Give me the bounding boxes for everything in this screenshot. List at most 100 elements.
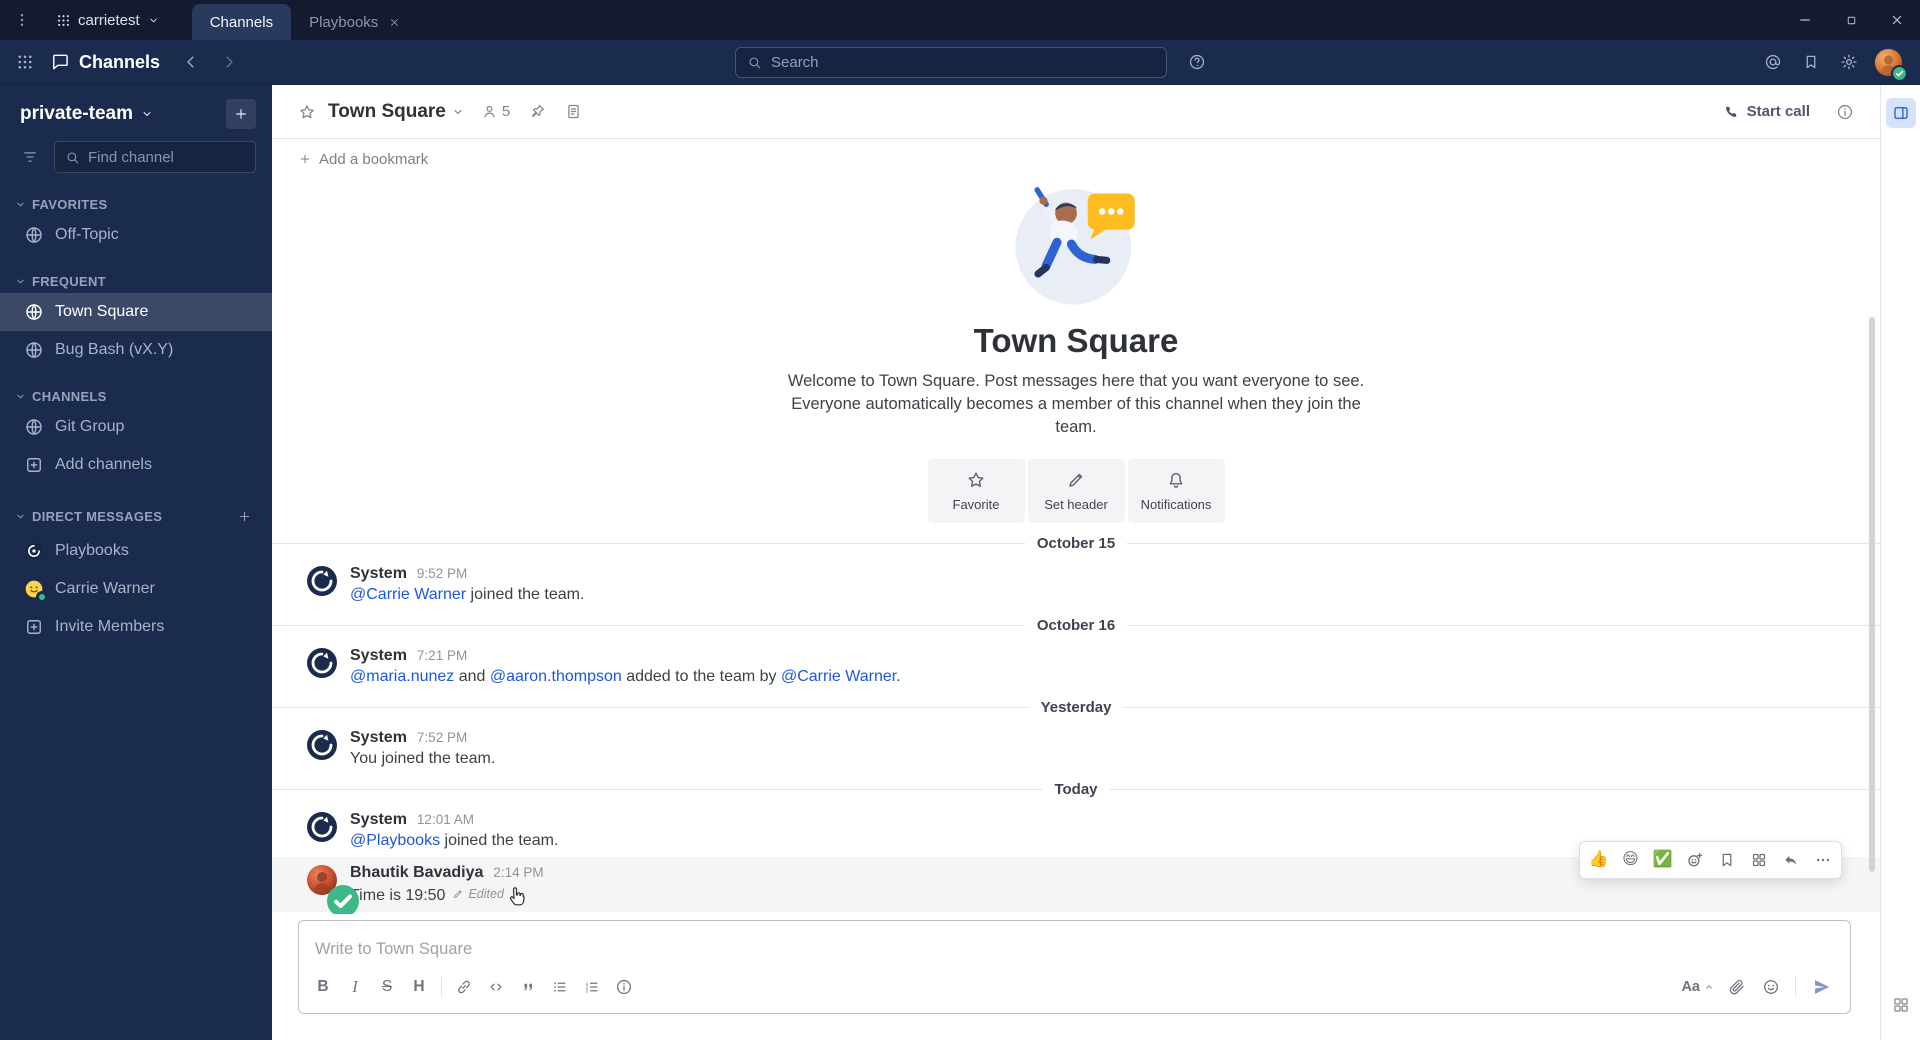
quick-reaction-smile[interactable]: 😄 [1615, 845, 1646, 875]
mention-link[interactable]: @Carrie Warner [350, 586, 466, 603]
attach-file-button[interactable] [1721, 971, 1753, 1003]
tab-close-icon[interactable] [388, 16, 401, 29]
section-header-frequent[interactable]: FREQUENT [0, 270, 272, 293]
channel-item-label: Playbooks [55, 542, 129, 559]
message-actions-button[interactable] [1743, 845, 1774, 875]
quote-button[interactable] [512, 971, 544, 1003]
tab-playbooks[interactable]: Playbooks [291, 4, 419, 40]
add-reaction-button[interactable] [1679, 845, 1710, 875]
italic-button[interactable]: I [339, 971, 371, 1003]
toolbar-divider [1795, 977, 1796, 997]
paperclip-icon [1728, 978, 1746, 996]
channel-item-invite-members[interactable]: Invite Members [0, 608, 272, 646]
channel-item-git-group[interactable]: Git Group [0, 408, 272, 446]
channel-item-label: Add channels [55, 456, 152, 473]
channel-info-button[interactable] [1828, 95, 1862, 129]
channel-item-carrie-warner[interactable]: Carrie Warner [0, 570, 272, 608]
message-bhautik-bavadiya: Bhautik Bavadiya 2:14 PM Time is 19:50 Edit… [272, 841, 1880, 914]
channel-item-add-channels[interactable]: Add channels [0, 446, 272, 484]
emoji-picker-button[interactable] [1755, 971, 1787, 1003]
mention-link[interactable]: @Carrie Warner [781, 668, 896, 685]
channel-name-button[interactable]: Town Square [328, 101, 465, 123]
system-avatar [306, 647, 338, 679]
save-message-button[interactable] [1711, 845, 1742, 875]
sidebar-sections: FAVORITES Off-Topic FREQUENT Town Square Bug… [0, 177, 272, 646]
quick-reaction-thumbsup[interactable]: 👍 [1583, 845, 1614, 875]
channel-files-button[interactable] [556, 95, 590, 129]
app-menu-button[interactable] [0, 0, 44, 40]
add-direct-message-button[interactable] [232, 504, 256, 528]
search-input[interactable] [771, 54, 1155, 71]
app-menu-icon [13, 11, 31, 29]
chevron-down-icon [14, 390, 27, 403]
start-call-button[interactable]: Start call [1713, 98, 1820, 125]
find-channel-input[interactable] [88, 148, 245, 166]
section-header-channels[interactable]: CHANNELS [0, 385, 272, 408]
help-button[interactable] [1180, 46, 1214, 78]
tab-label: Playbooks [309, 13, 379, 31]
window-maximize-button[interactable] [1828, 0, 1874, 40]
svg-text:3: 3 [586, 988, 589, 994]
channel-item-playbooks[interactable]: Playbooks [0, 532, 272, 570]
tab-channels[interactable]: Channels [191, 4, 292, 40]
server-selector[interactable]: carrietest [44, 12, 172, 29]
channel-item-town-square[interactable]: Town Square [0, 293, 272, 331]
search-box[interactable] [735, 47, 1167, 78]
channel-panel-button[interactable] [1885, 98, 1916, 128]
message-system: System 7:52 PM You joined the team. [272, 722, 1880, 775]
favorite-channel-button[interactable] [290, 95, 324, 129]
mouse-cursor [504, 887, 526, 906]
history-back-button[interactable] [174, 46, 208, 78]
set-header-button[interactable]: Set header [1027, 459, 1125, 523]
settings-button[interactable] [1832, 46, 1866, 78]
channel-members-button[interactable]: 5 [473, 98, 518, 125]
channel-item-off-topic[interactable]: Off-Topic [0, 216, 272, 254]
formatting-help-button[interactable] [608, 971, 640, 1003]
bulleted-list-button[interactable] [544, 971, 576, 1003]
format-toggle-label: Aa [1681, 979, 1700, 995]
strikethrough-button[interactable]: S [371, 971, 403, 1003]
window-close-button[interactable] [1874, 0, 1920, 40]
channel-filter-button[interactable] [14, 141, 46, 173]
code-button[interactable] [480, 971, 512, 1003]
channel-item-bug-bash-vx-y[interactable]: Bug Bash (vX.Y) [0, 331, 272, 369]
link-button[interactable] [448, 971, 480, 1003]
numbered-list-button[interactable]: 123 [576, 971, 608, 1003]
message-input[interactable] [299, 921, 1850, 969]
recent-mentions-button[interactable] [1756, 46, 1790, 78]
pinned-messages-button[interactable] [520, 95, 554, 129]
bell-icon [1166, 470, 1186, 490]
reply-button[interactable] [1775, 845, 1806, 875]
show-formatting-button[interactable]: Aa [1677, 971, 1719, 1003]
message-composer: B I S H 123 Aa [298, 920, 1851, 1014]
saved-messages-button[interactable] [1794, 46, 1828, 78]
history-forward-button[interactable] [212, 46, 246, 78]
section-header-favorites[interactable]: FAVORITES [0, 193, 272, 216]
window-minimize-button[interactable] [1782, 0, 1828, 40]
user-menu-button[interactable] [1870, 45, 1908, 82]
bookmark-bar: Add a bookmark [272, 139, 1880, 179]
add-bookmark-button[interactable]: Add a bookmark [290, 146, 436, 173]
scrollbar-thumb[interactable] [1869, 317, 1875, 872]
add-channels-plus-button[interactable] [226, 99, 256, 129]
heading-button[interactable]: H [403, 971, 435, 1003]
notifications-button[interactable]: Notifications [1127, 459, 1225, 523]
system-avatar [306, 811, 338, 843]
mention-link[interactable]: @maria.nunez [350, 668, 454, 685]
message-text-segment: and [454, 668, 490, 685]
team-menu-button[interactable]: private-team [20, 103, 226, 125]
chevron-down-icon [14, 275, 27, 288]
product-switcher-button[interactable] [8, 46, 42, 78]
apps-icon [1750, 851, 1768, 869]
more-actions-button[interactable] [1807, 845, 1838, 875]
find-channel-box[interactable] [54, 141, 256, 173]
file-icon [565, 103, 582, 120]
send-button[interactable] [1804, 971, 1840, 1003]
quick-reaction-white-check-mark[interactable]: ✅ [1647, 845, 1678, 875]
mention-link[interactable]: @aaron.thompson [490, 668, 622, 685]
mention-link[interactable]: @Playbooks [350, 832, 440, 849]
section-header-direct-messages[interactable]: DIRECT MESSAGES [0, 500, 272, 532]
bold-button[interactable]: B [307, 971, 339, 1003]
apps-rail-button[interactable] [1886, 990, 1916, 1020]
favorite-button[interactable]: Favorite [927, 459, 1025, 523]
